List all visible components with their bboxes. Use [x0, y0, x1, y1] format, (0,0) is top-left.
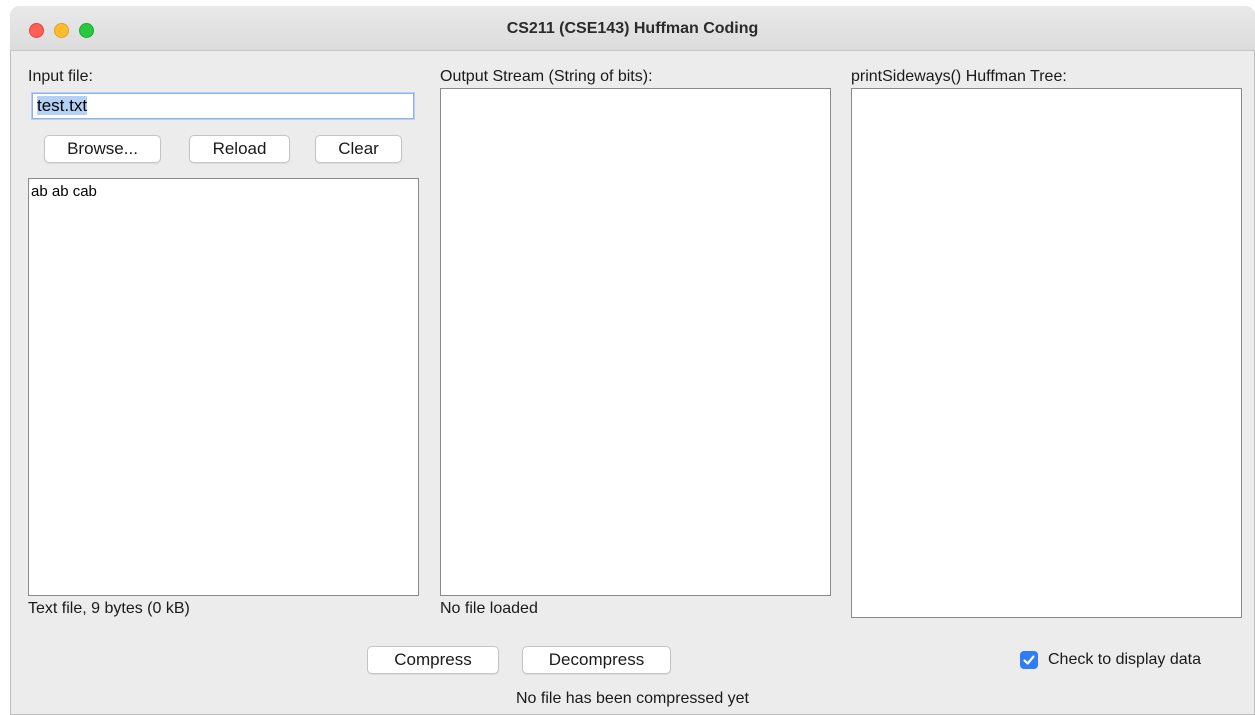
- clear-button[interactable]: Clear: [315, 135, 402, 163]
- input-file-label: Input file:: [28, 68, 93, 85]
- output-stream-content: [441, 89, 830, 93]
- compress-button[interactable]: Compress: [367, 646, 499, 674]
- input-text-area[interactable]: ab ab cab: [28, 178, 419, 596]
- display-data-checkbox[interactable]: [1020, 651, 1038, 669]
- input-file-status: Text file, 9 bytes (0 kB): [28, 600, 190, 617]
- browse-button[interactable]: Browse...: [44, 135, 161, 163]
- checkmark-icon: [1023, 655, 1035, 665]
- output-status: No file loaded: [440, 600, 538, 617]
- input-file-field[interactable]: test.txt: [32, 93, 414, 119]
- title-bar[interactable]: CS211 (CSE143) Huffman Coding: [10, 6, 1255, 51]
- compression-status: No file has been compressed yet: [515, 690, 749, 707]
- output-stream-area[interactable]: [440, 88, 831, 596]
- input-file-value: test.txt: [37, 96, 88, 115]
- output-stream-label: Output Stream (String of bits):: [440, 68, 653, 85]
- huffman-tree-area[interactable]: [851, 88, 1242, 618]
- decompress-button[interactable]: Decompress: [522, 646, 671, 674]
- reload-button[interactable]: Reload: [189, 135, 290, 163]
- window-title: CS211 (CSE143) Huffman Coding: [506, 20, 759, 37]
- huffman-tree-label: printSideways() Huffman Tree:: [851, 68, 1067, 85]
- huffman-tree-content: [852, 89, 1241, 93]
- input-text-content: ab ab cab: [31, 183, 97, 200]
- app-window: CS211 (CSE143) Huffman Coding Input file…: [10, 6, 1255, 715]
- display-data-label[interactable]: Check to display data: [1048, 651, 1201, 669]
